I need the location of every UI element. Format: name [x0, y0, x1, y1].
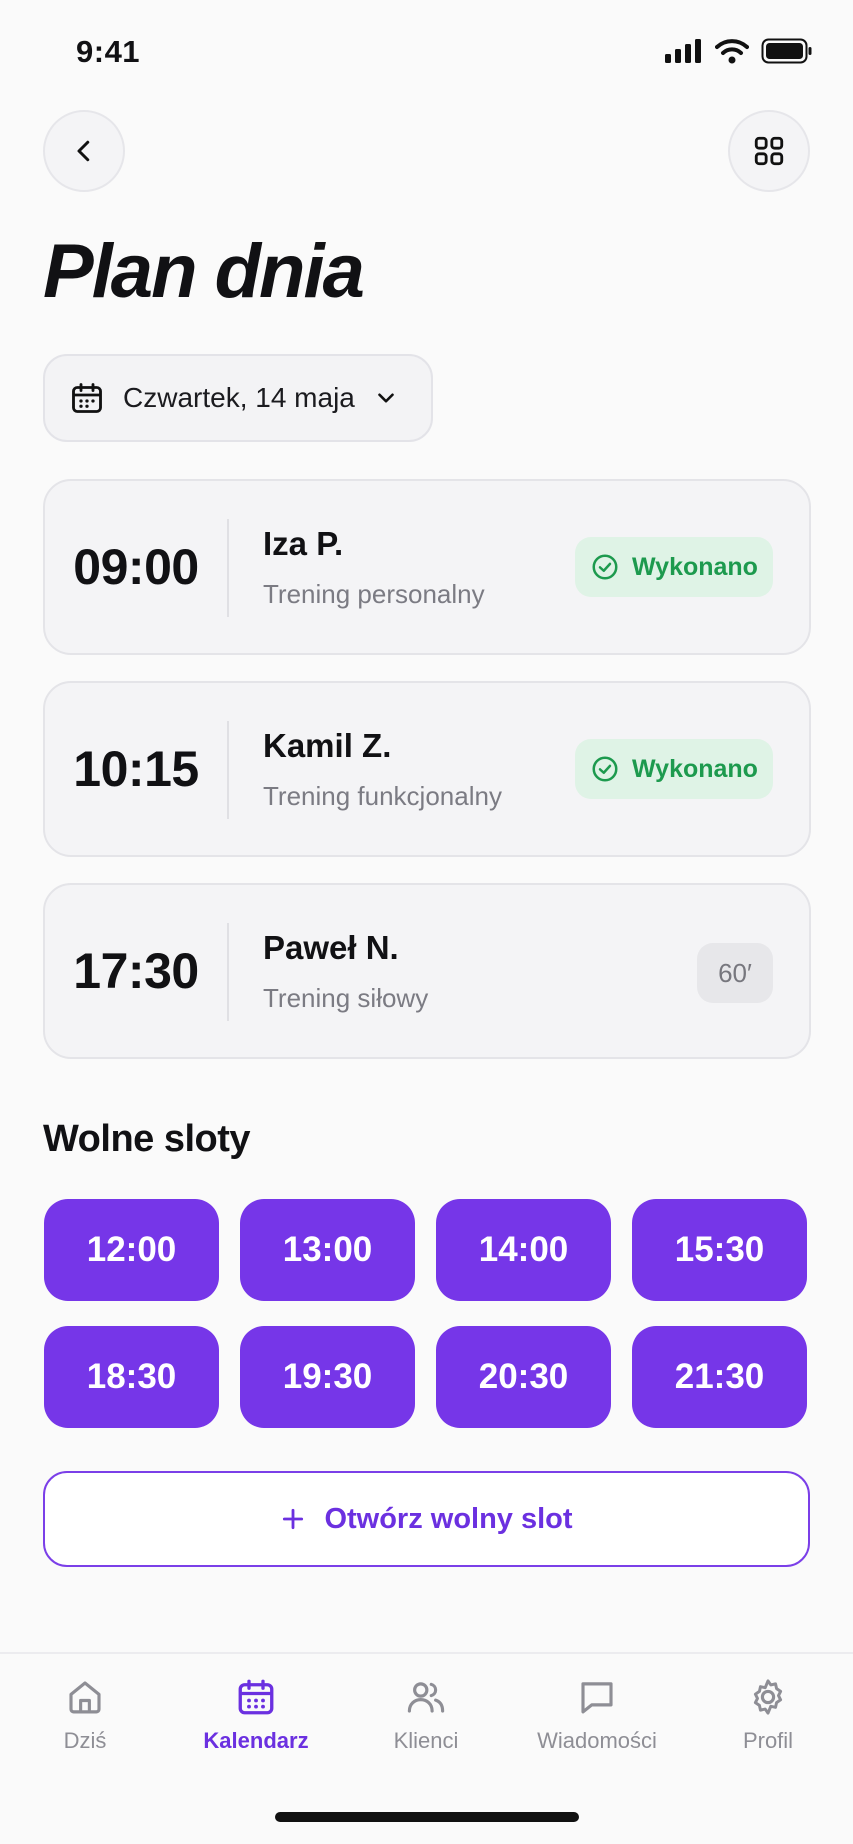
- calendar-icon: [238, 1679, 274, 1715]
- slot-button[interactable]: 13:00: [240, 1199, 415, 1301]
- users-icon: [407, 1682, 445, 1713]
- status-label: Wykonano: [632, 552, 758, 581]
- status-time: 9:41: [76, 34, 141, 69]
- home-icon: [69, 1681, 101, 1714]
- wifi-icon: [715, 39, 749, 64]
- status-label: Wykonano: [632, 754, 758, 783]
- session-time: 10:15: [73, 741, 199, 797]
- divider: [227, 923, 229, 1021]
- date-label: Czwartek, 14 maja: [123, 382, 355, 413]
- calendar-icon: [72, 383, 102, 413]
- grid-icon: [754, 136, 784, 166]
- session-time: 09:00: [73, 539, 199, 595]
- client-name: Iza P.: [263, 525, 344, 562]
- session-type: Trening personalny: [263, 579, 485, 609]
- battery-icon: [761, 38, 812, 64]
- session-type: Trening siłowy: [263, 983, 429, 1013]
- slot-button[interactable]: 19:30: [240, 1326, 415, 1428]
- slot-button[interactable]: 21:30: [632, 1326, 807, 1428]
- session-time: 17:30: [73, 943, 199, 999]
- session-type: Trening funkcjonalny: [263, 781, 502, 811]
- chevron-left-icon: [77, 140, 90, 162]
- message-icon: [581, 1682, 613, 1714]
- session-card[interactable]: 17:30 Paweł N. Trening siłowy 60′: [43, 883, 811, 1059]
- date-picker[interactable]: Czwartek, 14 maja: [43, 354, 433, 442]
- tab-label: Klienci: [393, 1728, 459, 1753]
- client-name: Kamil Z.: [263, 727, 392, 764]
- slot-button[interactable]: 15:30: [632, 1199, 807, 1301]
- signal-icon: [665, 39, 701, 63]
- slot-button[interactable]: 18:30: [44, 1326, 219, 1428]
- tab-clients[interactable]: Klienci: [341, 1676, 511, 1754]
- slot-button[interactable]: 12:00: [44, 1199, 219, 1301]
- status-badge: Wykonano: [575, 739, 773, 799]
- tab-today[interactable]: Dziś: [0, 1676, 170, 1754]
- plus-icon: [283, 1508, 304, 1530]
- gear-icon: [753, 1679, 783, 1715]
- tab-calendar[interactable]: Kalendarz: [171, 1676, 341, 1754]
- tab-label: Kalendarz: [203, 1728, 309, 1753]
- tab-messages[interactable]: Wiadomości: [512, 1676, 682, 1754]
- open-free-slot-button[interactable]: Otwórz wolny slot: [43, 1471, 810, 1567]
- home-indicator: [275, 1812, 579, 1822]
- session-card[interactable]: 09:00 Iza P. Trening personalny Wykonano: [43, 479, 811, 655]
- tab-profile[interactable]: Profil: [683, 1676, 853, 1754]
- tab-label: Wiadomości: [537, 1728, 657, 1753]
- open-free-slot-label: Otwórz wolny slot: [324, 1502, 573, 1535]
- tab-label: Profil: [742, 1728, 794, 1753]
- check-circle-icon: [592, 756, 618, 782]
- check-circle-icon: [592, 554, 618, 580]
- free-slots-title: Wolne sloty: [43, 1118, 251, 1160]
- status-bar: 9:41: [0, 0, 853, 100]
- status-badge: Wykonano: [575, 537, 773, 597]
- divider: [227, 519, 229, 617]
- divider: [227, 721, 229, 819]
- page-title: Plan dnia: [43, 229, 365, 314]
- duration-badge: 60′: [697, 943, 773, 1003]
- status-icons: [665, 38, 813, 64]
- back-button[interactable]: [43, 110, 125, 192]
- free-slots-grid: 12:00 13:00 14:00 15:30 18:30 19:30 20:3…: [44, 1199, 809, 1428]
- client-name: Paweł N.: [263, 929, 399, 966]
- grid-view-button[interactable]: [728, 110, 810, 192]
- slot-button[interactable]: 20:30: [436, 1326, 611, 1428]
- tab-label: Dziś: [63, 1728, 107, 1753]
- slot-button[interactable]: 14:00: [436, 1199, 611, 1301]
- session-card[interactable]: 10:15 Kamil Z. Trening funkcjonalny Wyko…: [43, 681, 811, 857]
- chevron-down-icon: [378, 393, 394, 403]
